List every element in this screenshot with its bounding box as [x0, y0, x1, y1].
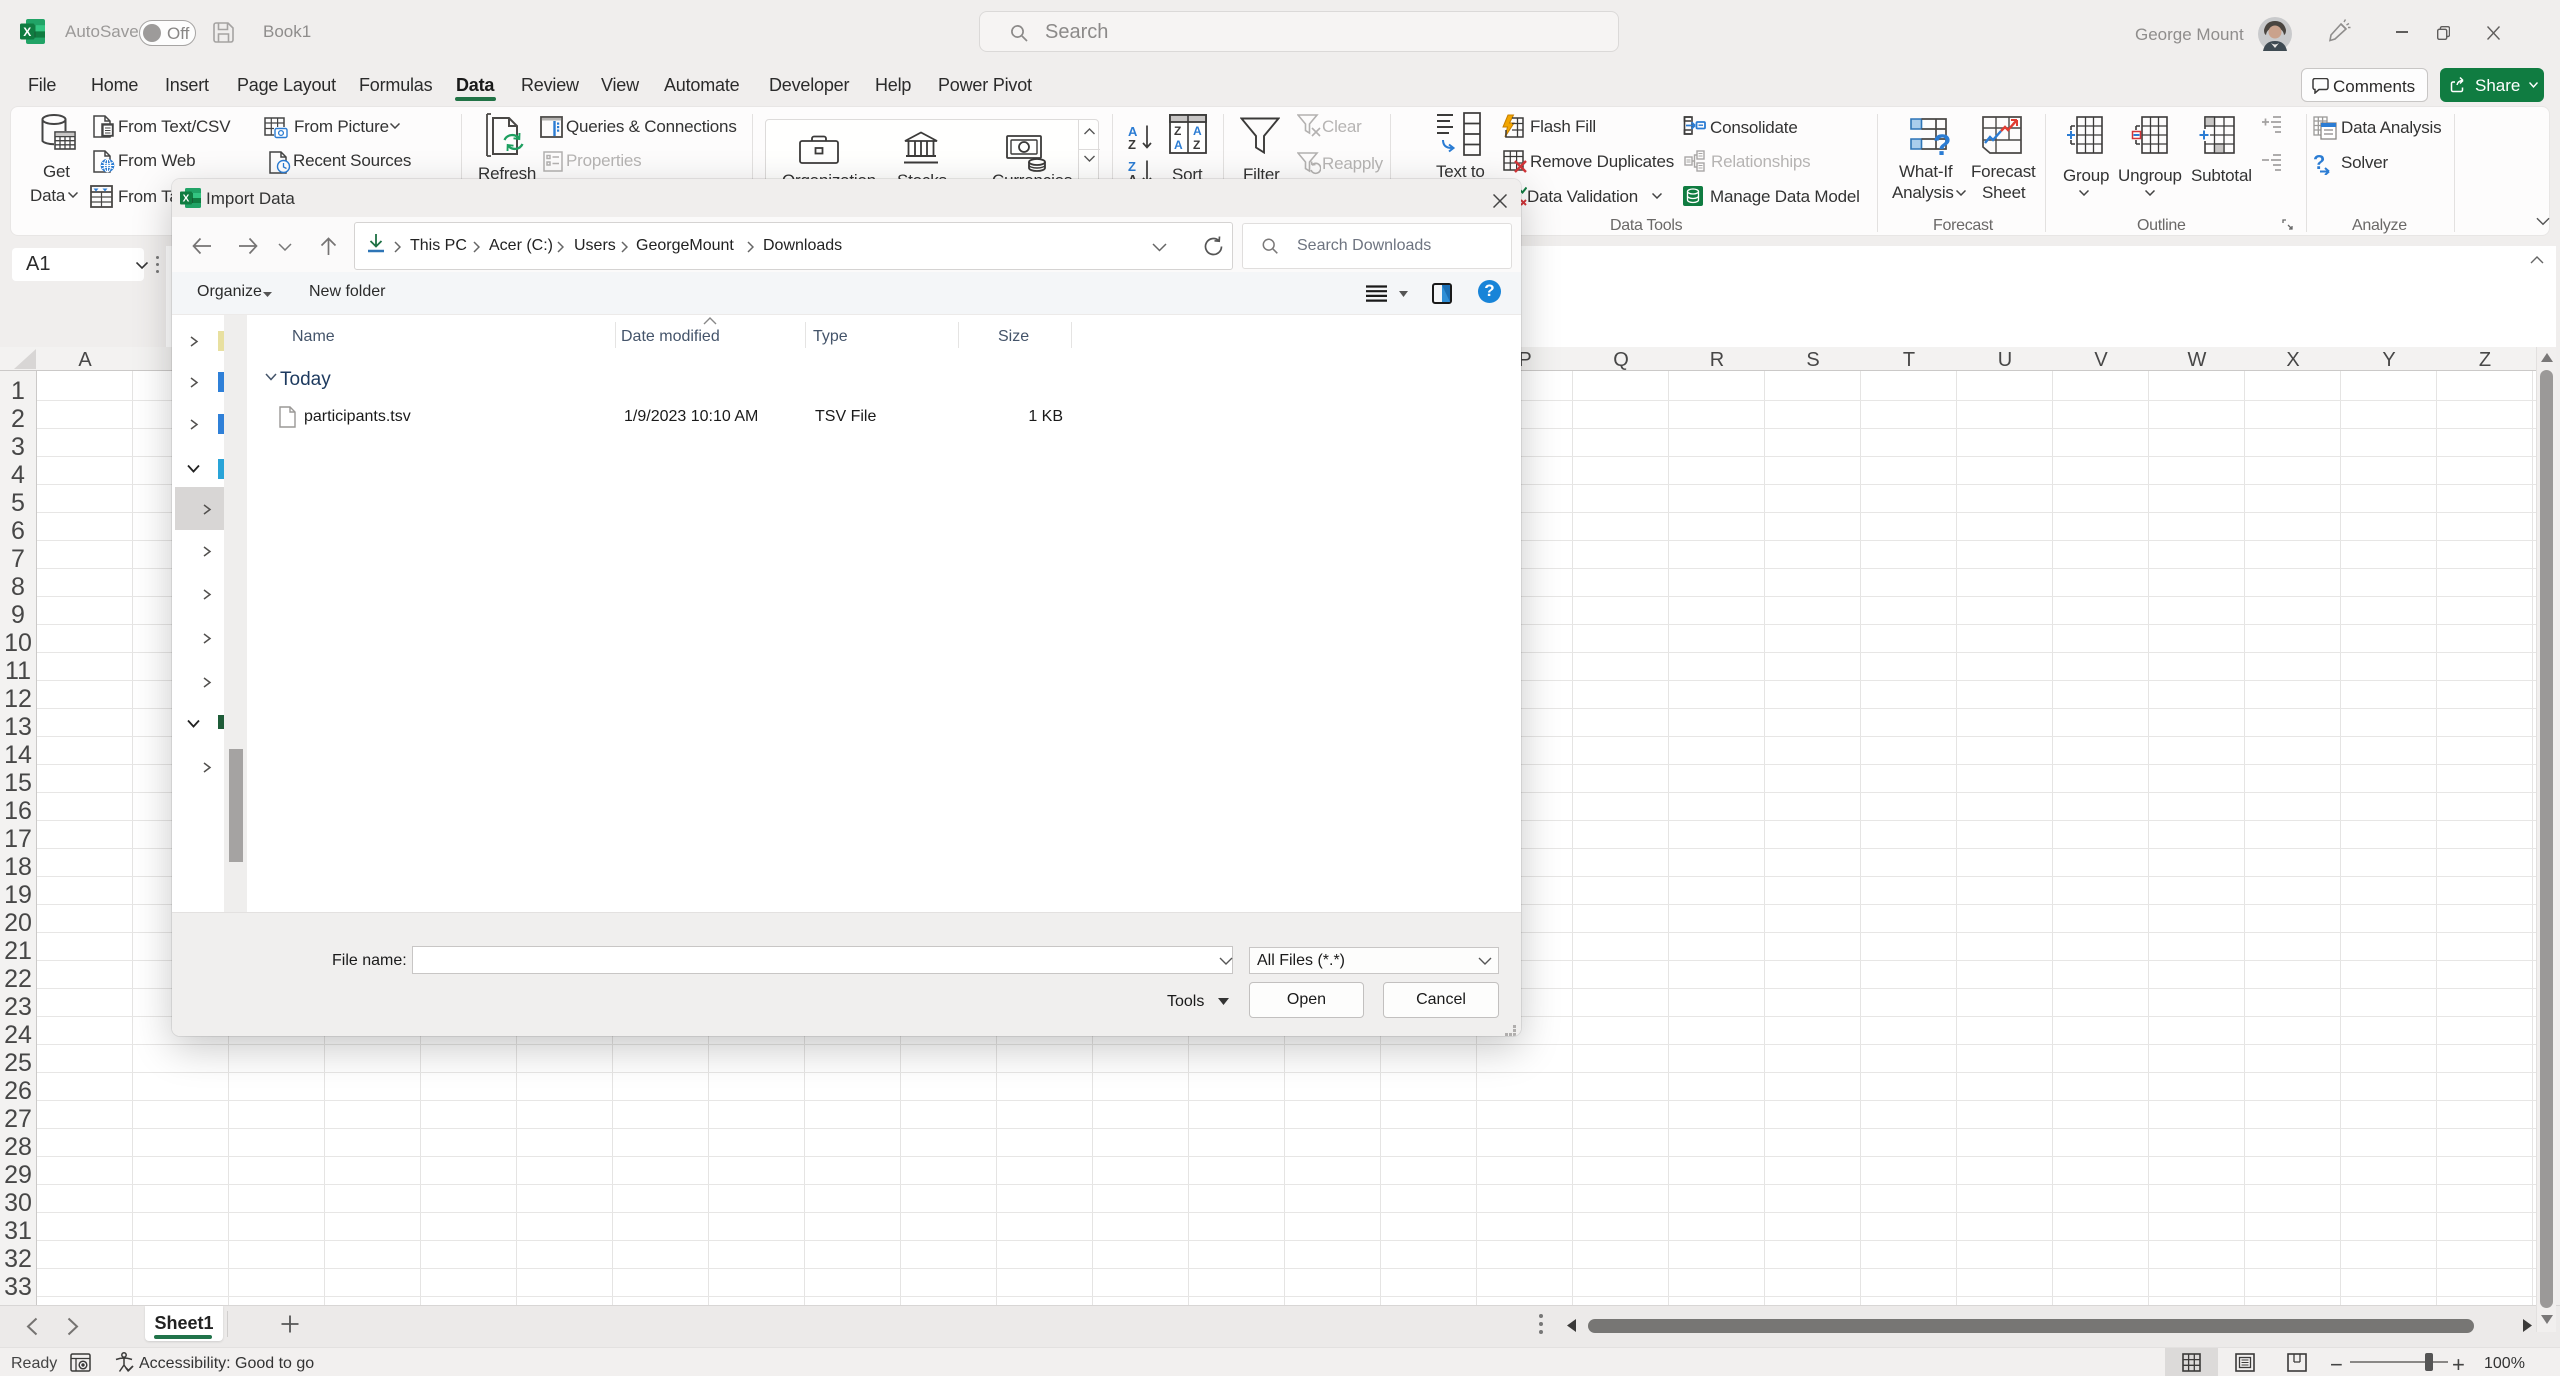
svg-text:Z: Z — [1128, 137, 1136, 150]
svg-text:?: ? — [1933, 129, 1951, 158]
svg-text:X: X — [183, 194, 190, 205]
svg-text:A: A — [1174, 138, 1183, 152]
svg-text:Z: Z — [1193, 138, 1200, 152]
svg-text:A: A — [1193, 124, 1202, 138]
svg-text:Z: Z — [1174, 124, 1181, 138]
